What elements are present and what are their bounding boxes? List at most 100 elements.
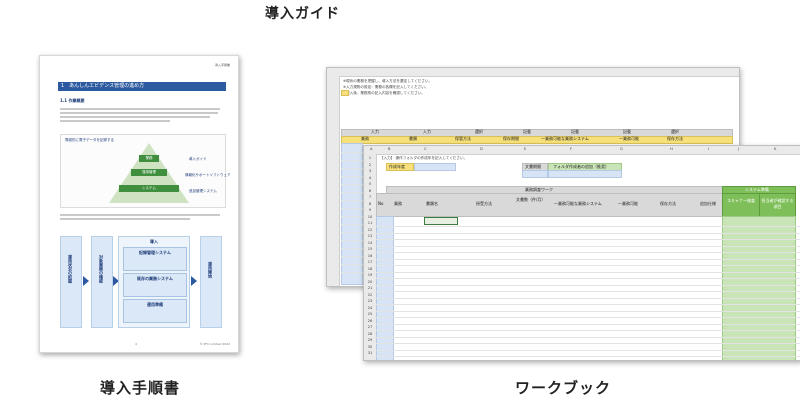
row-number: 28 — [367, 331, 373, 336]
grid-line — [376, 323, 800, 325]
grid-line — [376, 343, 800, 344]
grid-line — [376, 284, 800, 286]
row-number: 14 — [367, 240, 373, 245]
row-number: 7 — [368, 195, 372, 199]
row-number: 26 — [367, 318, 373, 323]
page-title: 導入ガイド — [265, 6, 340, 22]
procedure-flow-figure: 運用状況の把握 対象業務の確認 導入 記録管理システム 既存の業務システム 運用… — [60, 236, 224, 331]
figure-side-label: 追加管理システム — [189, 189, 217, 193]
grid-line — [376, 258, 800, 260]
figure-title: 電磁的に電子データを記録する — [65, 138, 114, 142]
grid-line — [376, 310, 800, 312]
step-column: 対象業務の確認 — [91, 236, 113, 328]
stack-item: 運用準備 — [123, 299, 187, 323]
stack-item: 既存の業務システム — [123, 273, 187, 297]
row-number: 8 — [368, 201, 372, 206]
grid-line — [376, 336, 800, 338]
row-number: 18 — [367, 266, 373, 271]
sheet-note: ※現状の業務を把握し、導入方法を選定してください。 — [343, 79, 433, 83]
row-number: 1 — [368, 156, 372, 160]
body-text-line — [60, 108, 220, 110]
row-number: 10 — [367, 214, 373, 219]
flow-arrow — [191, 276, 197, 286]
figure-side-label: 情報化サポートソフトウェア — [185, 173, 231, 177]
grid-line — [376, 239, 800, 240]
grid-line — [376, 252, 800, 253]
copyright-footer: © PFU Limited 2022 — [199, 342, 230, 346]
document-caption: 導入手順書 — [100, 379, 181, 397]
period-input-cell[interactable] — [522, 170, 548, 178]
row-number: 11 — [367, 221, 373, 225]
page-number: 4 — [135, 342, 137, 346]
body-text-line — [60, 116, 210, 118]
step-column: 運用状況の把握 — [60, 236, 82, 328]
flow-arrow — [83, 276, 89, 286]
row-number: 31 — [367, 351, 373, 355]
section-heading: 1.1 作業概要 — [60, 98, 85, 103]
system-input-columns[interactable] — [722, 216, 796, 360]
body-text-line — [60, 218, 190, 220]
figure-side-label: 導入ガイド — [189, 157, 207, 161]
stack-title: 導入 — [150, 239, 158, 244]
highlight-swatch — [341, 90, 349, 96]
row-number: 19 — [367, 273, 373, 277]
grid-line — [376, 330, 800, 331]
row-number: 6 — [368, 188, 372, 193]
row-number: 4 — [368, 175, 372, 180]
body-text-line — [60, 214, 220, 216]
procedure-document-thumbnail[interactable]: 導入手順書 1 あんしんエビデンス管理の進め方 1.1 作業概要 電磁的に電子デ… — [39, 55, 239, 353]
grid-line — [376, 226, 800, 227]
install-stack: 導入 記録管理システム 既存の業務システム 運用準備 — [118, 236, 190, 328]
row-number: 29 — [367, 338, 373, 342]
row-number: 25 — [367, 312, 373, 316]
grid-line — [376, 271, 800, 273]
body-text-line — [60, 120, 170, 122]
row-number: 27 — [367, 325, 373, 329]
grid-line — [376, 356, 800, 357]
step-column: 運用開始 — [200, 236, 222, 328]
grid-line — [376, 245, 800, 247]
row-number: 2 — [368, 162, 372, 167]
selected-cell[interactable] — [424, 217, 458, 225]
column-header-row: A B C D E F G H I J K — [364, 146, 800, 155]
row-number: 22 — [367, 292, 373, 297]
checker-col-header: 担当者が確認する項目 — [759, 193, 796, 217]
row-number: 20 — [367, 279, 373, 284]
row-number: 3 — [368, 169, 372, 173]
grid-line — [376, 278, 800, 279]
body-text-line — [60, 112, 218, 114]
pyramid-top: 業務 — [139, 155, 159, 162]
row-number: 21 — [367, 286, 373, 290]
workbook-caption: ワークブック — [515, 379, 612, 397]
grid-line — [376, 304, 800, 305]
row-number: 17 — [367, 260, 373, 264]
sheet-note: 【入力】 操作フォルダの作成年を記入してください。 — [380, 156, 468, 160]
row-number: 12 — [367, 227, 373, 232]
pyramid-mid: 運用管理 — [131, 169, 167, 176]
row-number: 9 — [368, 208, 372, 212]
grid-line — [376, 349, 800, 351]
document-header-tag: 導入手順書 — [214, 63, 230, 67]
row-header-column — [327, 76, 340, 286]
row-number: 13 — [367, 234, 373, 238]
grid-line — [376, 232, 800, 234]
folder-input-cell[interactable] — [548, 170, 622, 178]
grid-line — [376, 291, 800, 292]
chapter-heading: 1 あんしんエビデンス管理の進め方 — [58, 82, 226, 91]
grid-line — [376, 317, 800, 318]
year-input-cell[interactable] — [414, 163, 456, 171]
grid-line — [376, 265, 800, 266]
row-number: 16 — [367, 253, 373, 258]
column-header-row — [327, 68, 739, 77]
row-number: 15 — [367, 247, 373, 251]
scanner-col-header: スキャナー検査 — [722, 193, 760, 217]
pyramid-base: システム — [119, 185, 179, 192]
row-number: 30 — [367, 344, 373, 349]
row-number: 23 — [367, 299, 373, 303]
year-label-cell: 作成年度 — [386, 163, 414, 171]
row-number: 5 — [368, 182, 372, 186]
overview-figure: 電磁的に電子データを記録する 業務 運用管理 システム 導入ガイド 情報化サポー… — [60, 134, 231, 208]
row-number: 24 — [367, 305, 373, 310]
grid-line — [376, 297, 800, 299]
workbook-sheet-front[interactable]: A B C D E F G H I J K 【入力】 操作フォルダの作成年を記入… — [363, 145, 800, 361]
